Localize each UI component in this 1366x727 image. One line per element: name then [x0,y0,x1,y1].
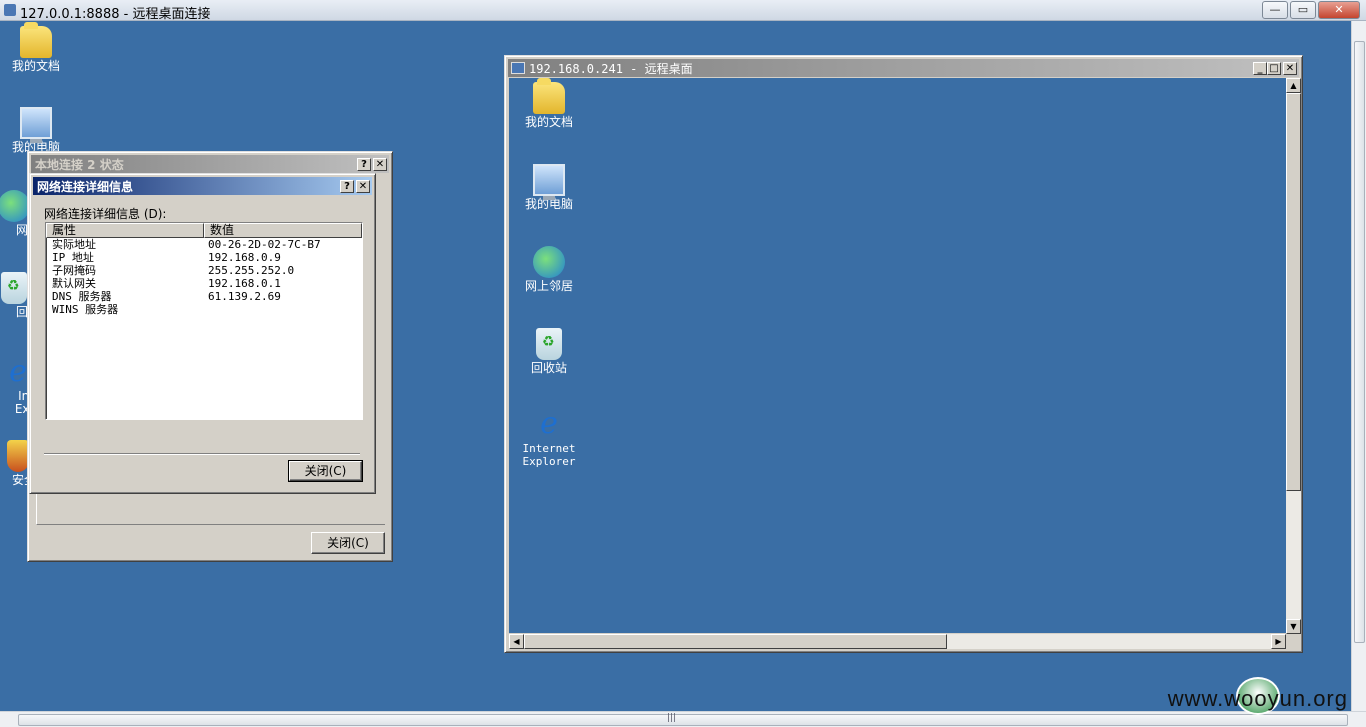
remote-desktop-area[interactable]: 我的文档 我的电脑 网上邻居 回收站 e Internet Explorer [509,78,1287,633]
grip-icon: ||| [667,713,677,723]
computer-icon [533,164,565,200]
close-button[interactable]: ✕ [1283,61,1297,75]
remote-horizontal-scrollbar[interactable]: ◀ ▶ [509,634,1286,649]
client-window-controls: — ▭ ✕ [1262,1,1360,19]
remote-window-title: 192.168.0.241 - 远程桌面 [529,61,693,76]
help-button[interactable]: ? [340,179,354,193]
recycle-bin-icon [536,328,562,360]
details-dialog-titlebar[interactable]: 网络连接详细信息 ? ✕ [33,177,372,195]
close-button[interactable]: ✕ [1318,1,1360,19]
close-button[interactable]: ✕ [373,157,387,171]
column-header-value[interactable]: 数值 [204,223,362,238]
folder-icon [533,78,565,114]
separator [44,453,360,455]
status-window-title: 本地连接 2 状态 [35,157,124,172]
status-window-titlebar[interactable]: 本地连接 2 状态 ? ✕ [31,155,389,173]
remote-desktop-icon [511,62,525,74]
listview-header: 属性 数值 [46,223,362,238]
remote-icon-recycle-bin[interactable]: 回收站 [513,328,585,375]
details-dialog-title: 网络连接详细信息 [37,179,134,194]
horizontal-scroll-thumb[interactable] [524,634,947,649]
scroll-up-icon[interactable]: ▲ [1286,78,1301,93]
client-horizontal-scrollbar[interactable]: ||| [0,711,1366,727]
network-details-dialog: 网络连接详细信息 ? ✕ 网络连接详细信息 (D): 属性 数值 实际地址 00… [29,173,376,494]
remote-icon-network[interactable]: 网上邻居 [513,246,585,293]
desktop-icon-my-computer[interactable]: 我的电脑 [0,107,72,154]
network-icon [533,246,565,278]
client-vertical-thumb[interactable] [1354,41,1365,643]
table-row[interactable]: IP 地址 192.168.0.9 [46,251,362,264]
remote-icon-my-documents[interactable]: 我的文档 [513,78,585,129]
desktop-icon-my-documents[interactable]: 我的文档 [0,22,72,73]
ie-icon: e [540,406,558,441]
maximize-button[interactable]: ▭ [1290,1,1316,19]
client-horizontal-thumb[interactable]: ||| [18,713,1348,726]
remote-icon-internet-explorer[interactable]: e Internet Explorer [513,406,585,469]
table-row[interactable]: 实际地址 00-26-2D-02-7C-B7 [46,238,362,251]
status-panel-edge [36,494,385,525]
computer-icon [20,107,52,143]
vertical-scroll-thumb[interactable] [1286,93,1301,491]
close-button[interactable]: ✕ [356,179,370,193]
help-button[interactable]: ? [357,157,371,171]
scroll-right-icon[interactable]: ▶ [1271,634,1286,649]
client-titlebar[interactable]: 127.0.0.1:8888 - 远程桌面连接 — ▭ ✕ [0,0,1366,22]
details-group-label: 网络连接详细信息 (D): [44,207,167,221]
client-vertical-scrollbar[interactable] [1351,21,1366,711]
details-listview[interactable]: 属性 数值 实际地址 00-26-2D-02-7C-B7 IP 地址 192.1… [45,222,363,420]
column-header-property[interactable]: 属性 [46,223,204,238]
table-row[interactable]: DNS 服务器 61.139.2.69 [46,290,362,303]
client-title: 127.0.0.1:8888 - 远程桌面连接 [20,7,211,22]
table-row[interactable]: 子网掩码 255.255.252.0 [46,264,362,277]
shield-icon [7,440,29,472]
details-close-button[interactable]: 关闭(C) [288,460,363,482]
watermark-text: www.wooyun.org [1167,686,1348,711]
remote-desktop-icon [4,4,16,16]
remote-vertical-scrollbar[interactable]: ▲ ▼ [1286,78,1301,634]
scroll-down-icon[interactable]: ▼ [1286,619,1301,634]
folder-icon [20,22,52,58]
scroll-left-icon[interactable]: ◀ [509,634,524,649]
table-row[interactable]: WINS 服务器 [46,303,362,316]
minimize-button[interactable]: — [1262,1,1288,19]
table-row[interactable]: 默认网关 192.168.0.1 [46,277,362,290]
maximize-button[interactable]: □ [1267,61,1281,75]
status-close-button[interactable]: 关闭(C) [311,532,385,554]
remote-desktop-window: 192.168.0.241 - 远程桌面 _ □ ✕ 我的文档 我的电脑 网上邻… [504,55,1303,653]
remote-window-titlebar[interactable]: 192.168.0.241 - 远程桌面 _ □ ✕ [508,59,1299,77]
minimize-button[interactable]: _ [1253,61,1267,75]
remote-icon-my-computer[interactable]: 我的电脑 [513,164,585,211]
recycle-bin-icon [1,272,27,304]
network-icon [0,190,30,222]
